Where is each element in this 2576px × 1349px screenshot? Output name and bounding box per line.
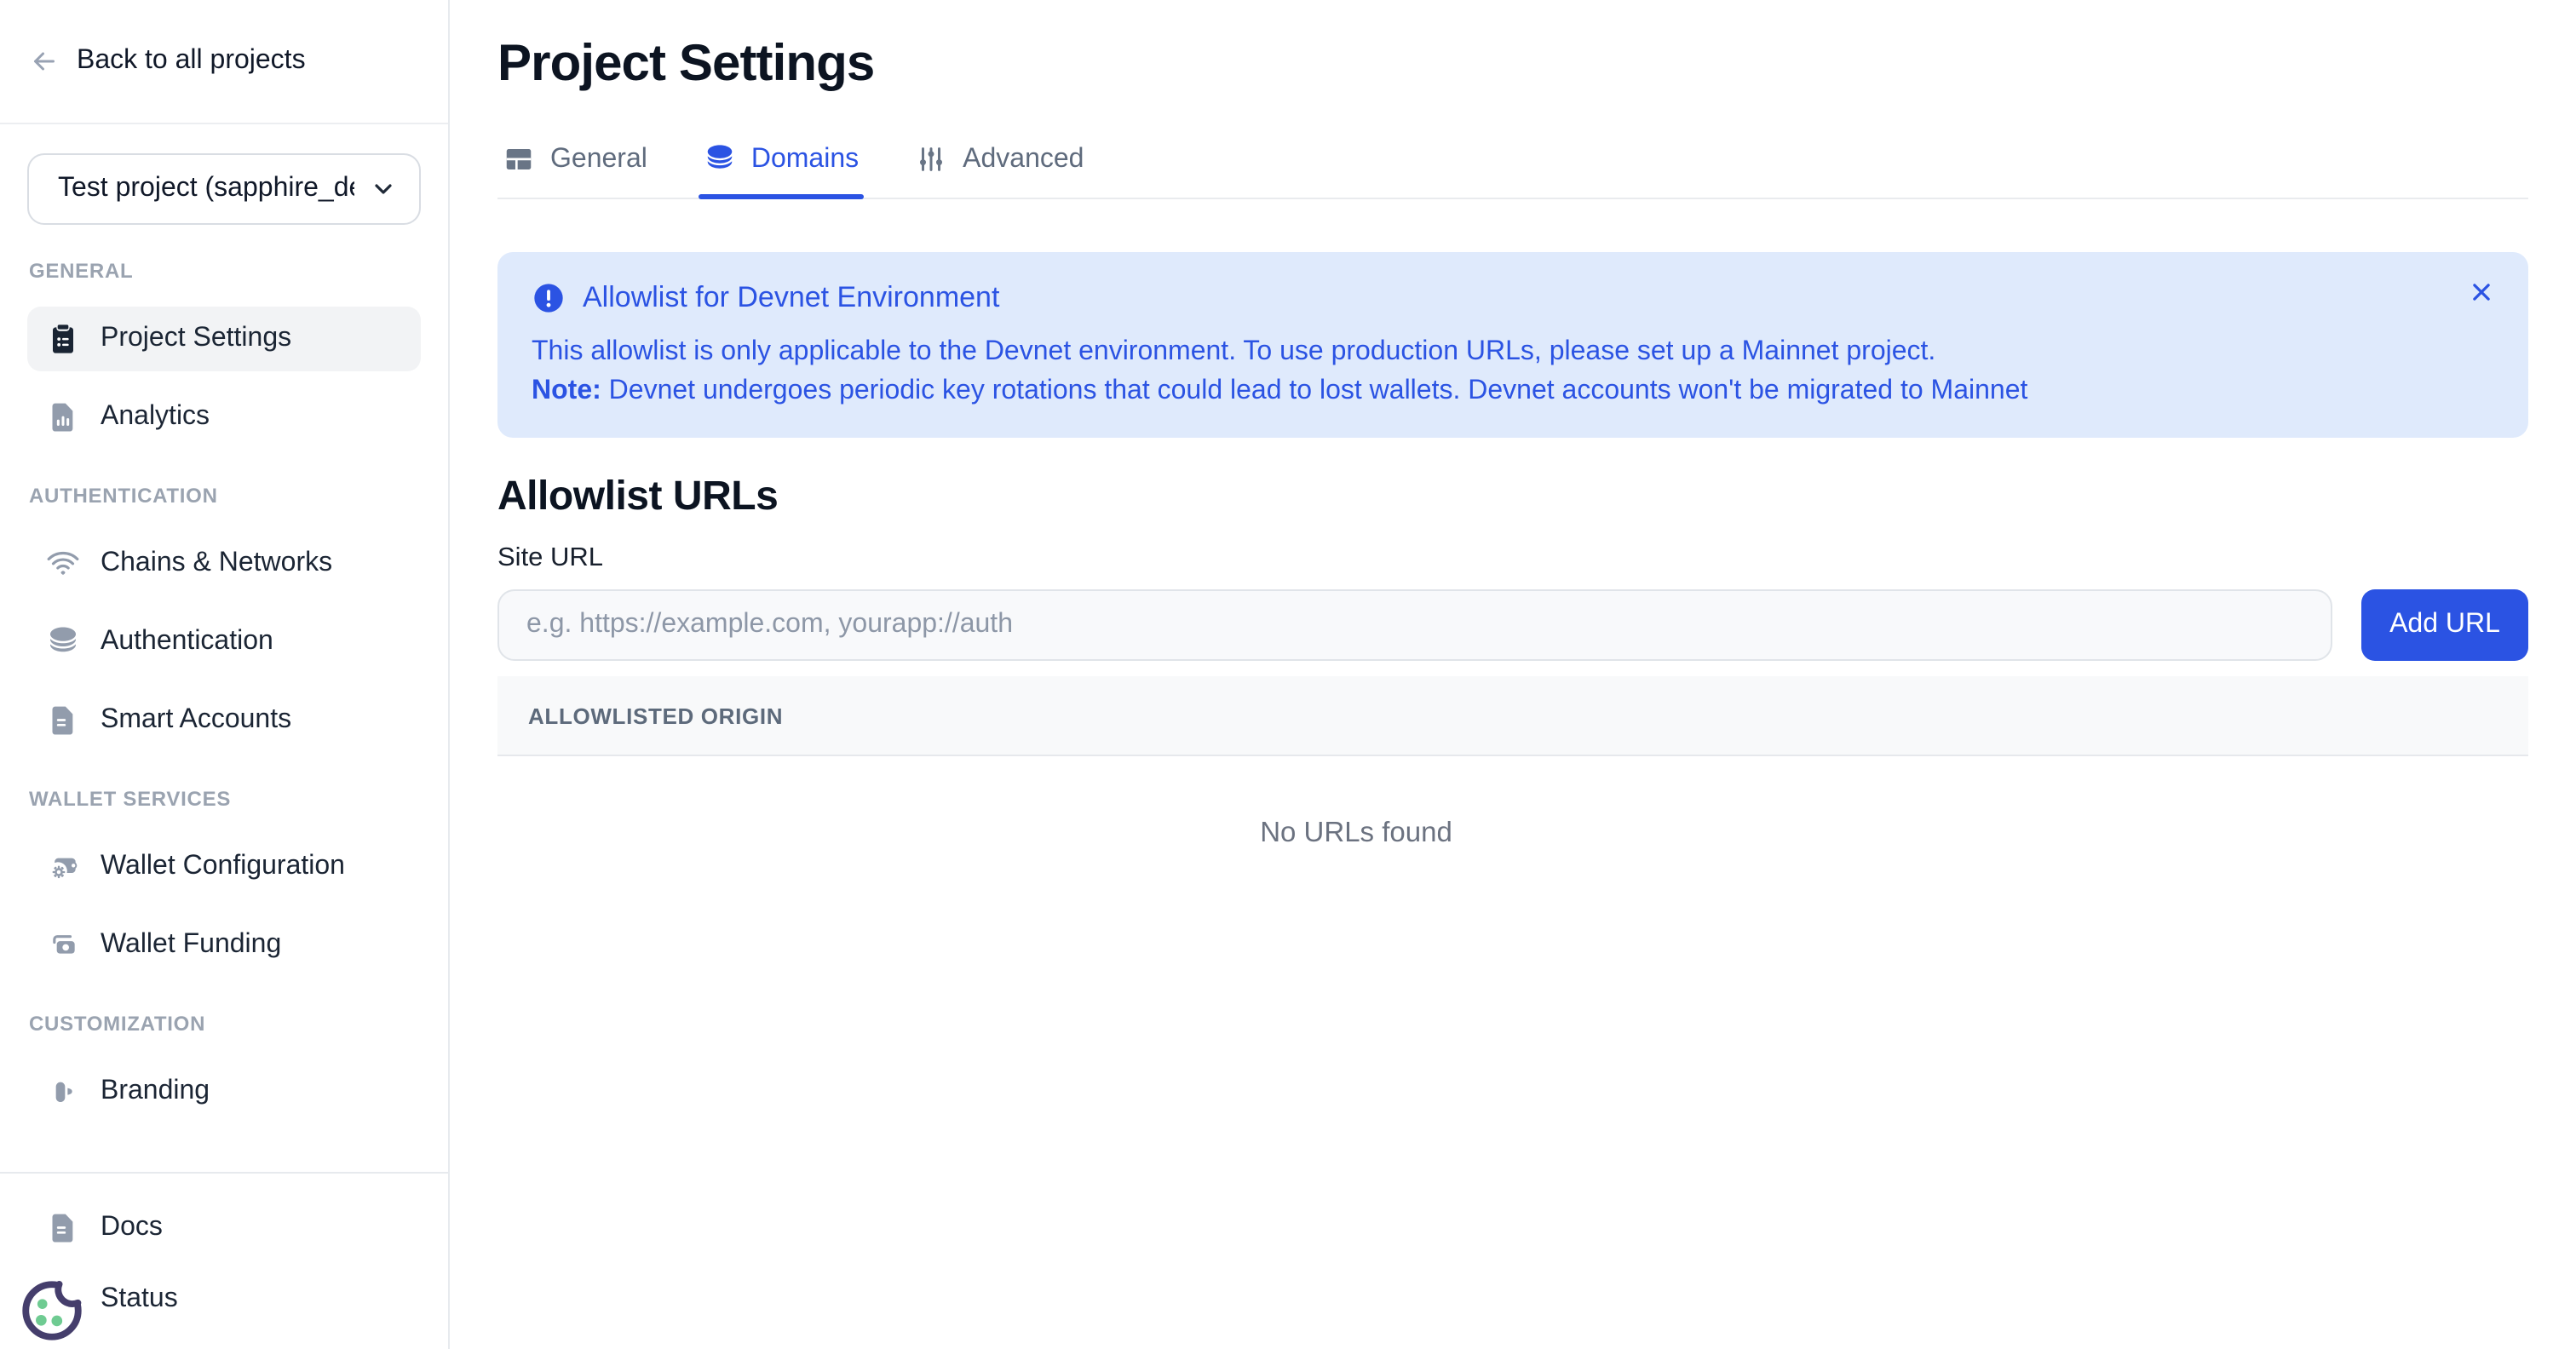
sidebar-item-docs[interactable]: Docs (27, 1196, 421, 1260)
back-arrow-icon (29, 46, 60, 77)
banner-note-text: Devnet undergoes periodic key rotations … (601, 376, 2028, 405)
nav-section-label: CUSTOMIZATION (27, 1012, 421, 1036)
sidebar-item-label: Wallet Configuration (101, 852, 345, 882)
sidebar-item-label: Status (101, 1284, 178, 1315)
allowlist-table: ALLOWLISTED ORIGIN No URLs found (497, 676, 2528, 910)
nav-section-label: GENERAL (27, 259, 421, 283)
empty-state: No URLs found (497, 756, 2528, 910)
sidebar-item-branding[interactable]: Branding (27, 1059, 421, 1114)
sidebar-item-label: Wallet Funding (101, 930, 281, 961)
chevron-down-icon (370, 175, 397, 203)
tab-label: Advanced (963, 144, 1084, 175)
banner-line-2: Note: Devnet undergoes periodic key rota… (532, 372, 2494, 410)
tab-label: General (550, 144, 647, 175)
sidebar-item-label: Authentication (101, 627, 273, 657)
banner-body: This allowlist is only applicable to the… (532, 334, 2494, 410)
clipboard-icon (46, 322, 80, 356)
add-url-button[interactable]: Add URL (2361, 589, 2528, 661)
branding-icon (46, 1075, 80, 1109)
main-content: Project Settings General Domains Advance… (450, 0, 2576, 1349)
devnet-allowlist-banner: Allowlist for Devnet Environment This al… (497, 252, 2528, 438)
database-icon (46, 625, 80, 659)
nav-section-authentication: AUTHENTICATION Chains & Networks Authent… (27, 484, 421, 753)
nav-section-wallet-services: WALLET SERVICES Wallet Configuration Wal… (27, 787, 421, 978)
sidebar-item-label: Project Settings (101, 324, 291, 354)
site-url-input[interactable] (497, 589, 2332, 661)
sidebar-item-smart-accounts[interactable]: Smart Accounts (27, 688, 421, 753)
allowlist-urls-heading: Allowlist URLs (497, 474, 2528, 521)
back-link-label: Back to all projects (77, 46, 306, 77)
sidebar-item-analytics[interactable]: Analytics (27, 385, 421, 450)
tab-label: Domains (751, 144, 859, 175)
sidebar-item-label: Smart Accounts (101, 705, 291, 736)
close-icon[interactable] (2469, 279, 2494, 305)
cookie-icon[interactable] (17, 1276, 87, 1346)
project-selector-value: Test project (sapphire_de (58, 174, 354, 204)
sidebar-item-label: Branding (101, 1076, 210, 1107)
site-url-label: Site URL (497, 543, 2528, 574)
url-input-row: Add URL (497, 589, 2528, 661)
wallet-funding-icon (46, 928, 80, 962)
tab-domains[interactable]: Domains (699, 131, 864, 198)
sidebar-nav: GENERAL Project Settings Analytics (0, 225, 448, 1114)
banner-note-label: Note: (532, 376, 601, 405)
tab-advanced[interactable]: Advanced (910, 131, 1089, 198)
database-icon (704, 143, 736, 175)
project-selector[interactable]: Test project (sapphire_de (27, 153, 421, 225)
document-icon (46, 1211, 80, 1245)
chart-file-icon (46, 400, 80, 434)
banner-title: Allowlist for Devnet Environment (583, 281, 999, 315)
tab-bar: General Domains Advanced (497, 131, 2528, 199)
sliders-icon (915, 143, 947, 175)
project-selector-wrap: Test project (sapphire_de (0, 124, 448, 225)
banner-line-1: This allowlist is only applicable to the… (532, 334, 2494, 372)
nav-section-label: AUTHENTICATION (27, 484, 421, 508)
tab-general[interactable]: General (497, 131, 653, 198)
nav-section-label: WALLET SERVICES (27, 787, 421, 811)
sidebar-item-authentication[interactable]: Authentication (27, 610, 421, 674)
wifi-icon (46, 547, 80, 581)
page-title: Project Settings (497, 32, 2528, 97)
table-cells-icon (503, 143, 535, 175)
sidebar-item-wallet-funding[interactable]: Wallet Funding (27, 913, 421, 978)
sidebar-item-label: Docs (101, 1213, 163, 1243)
sidebar-item-label: Analytics (101, 402, 210, 433)
sidebar: Back to all projects Test project (sapph… (0, 0, 450, 1349)
app-window: Back to all projects Test project (sapph… (0, 0, 2576, 1349)
document-icon (46, 703, 80, 738)
back-to-projects-link[interactable]: Back to all projects (0, 0, 448, 124)
info-circle-icon (532, 281, 566, 315)
sidebar-item-label: Chains & Networks (101, 548, 332, 579)
sidebar-item-wallet-configuration[interactable]: Wallet Configuration (27, 835, 421, 899)
sidebar-item-chains-networks[interactable]: Chains & Networks (27, 531, 421, 596)
nav-section-general: GENERAL Project Settings Analytics (27, 259, 421, 450)
sidebar-item-project-settings[interactable]: Project Settings (27, 307, 421, 371)
empty-state-text: No URLs found (1260, 817, 1452, 849)
nav-section-customization: CUSTOMIZATION Branding (27, 1012, 421, 1114)
allowlist-table-header: ALLOWLISTED ORIGIN (497, 676, 2528, 756)
wallet-gear-icon (46, 850, 80, 884)
allowlisted-origin-column-header: ALLOWLISTED ORIGIN (528, 703, 783, 728)
